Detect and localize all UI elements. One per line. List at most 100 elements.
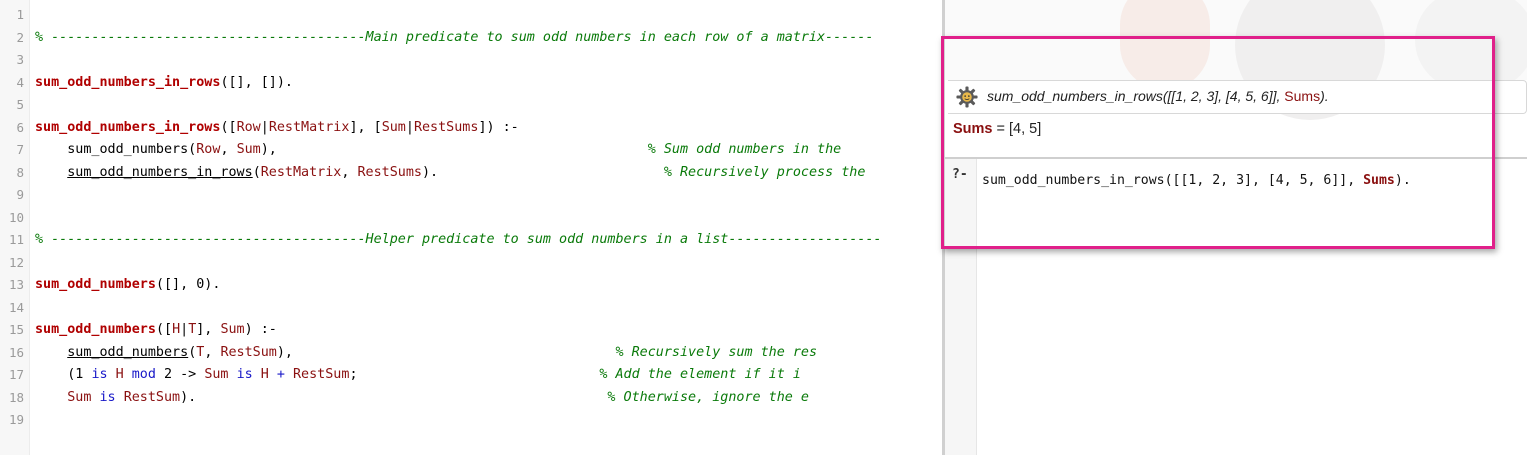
code-token: + [276,367,285,382]
code-token: Sum [381,119,406,135]
code-line[interactable]: 16 sum_odd_numbers(T, RestSum), % Recurs… [0,342,942,365]
code-token: Row [236,119,261,135]
code-token: is [236,367,253,382]
code-token: | [260,119,269,135]
code-line[interactable]: 3 [0,49,942,72]
line-number: 1 [16,7,24,22]
code-token: ). [422,164,664,180]
code-text: sum_odd_numbers(Row, Sum), % Sum odd num… [35,139,841,162]
code-line[interactable]: 10 [0,207,942,230]
line-number: 17 [8,367,24,382]
query-input[interactable]: sum_odd_numbers_in_rows([[1, 2, 3], [4, … [982,173,1411,188]
code-token: sum_odd_numbers_in_rows [67,164,253,180]
code-line[interactable]: 13 sum_odd_numbers([], 0). [0,274,942,297]
line-number: 7 [16,142,24,157]
code-line[interactable]: 14 [0,297,942,320]
code-line[interactable]: 15 sum_odd_numbers([H|T], Sum) :- [0,319,942,342]
code-text: sum_odd_numbers_in_rows([Row|RestMatrix]… [35,117,519,140]
code-token: ([ [155,322,173,337]
code-text: (1 is H mod 2 -> Sum is H + RestSum; % A… [35,364,801,387]
code-token: | [180,322,189,337]
code-line[interactable]: 12 [0,252,942,275]
code-token: Sum [236,142,261,157]
code-token: RestSum [123,389,181,405]
line-number: 4 [16,74,24,90]
code-text: sum_odd_numbers([H|T], Sum) :- [35,319,277,342]
code-editor[interactable]: 1 2% ------------------------------------… [0,0,942,455]
code-token: % --------------------------------------… [35,232,882,247]
code-line[interactable]: 2 % -------------------------------------… [0,27,942,50]
line-number: 10 [8,209,24,225]
code-token: sum_odd_numbers [67,344,189,360]
code-token: sum_odd_numbers_in_rows [35,74,221,90]
code-token: ). [180,389,608,405]
code-text: sum_odd_numbers_in_rows([], []). [35,72,293,95]
code-token: sum_odd_numbers( [35,142,197,157]
line-number: 11 [8,232,24,247]
code-token: H [115,367,124,382]
code-token: ], [ [349,119,382,135]
line-number: 15 [8,322,24,337]
code-text: Sum is RestSum). % Otherwise, ignore the… [35,387,809,410]
query-pane: sum_odd_numbers_in_rows([[1, 2, 3], [4, … [945,0,1527,455]
code-text: sum_odd_numbers([], 0). [35,274,220,297]
code-line[interactable]: 4 sum_odd_numbers_in_rows([], []). [0,72,942,95]
code-token: Sum [204,367,229,382]
code-token: ( [252,164,261,180]
query-separator [945,157,1527,159]
gear-icon[interactable] [956,86,978,108]
line-number: 5 [16,97,24,112]
line-number: 6 [16,119,24,135]
code-token: , [220,142,237,157]
input-goal: sum_odd_numbers_in_rows([[1, 2, 3], [4, … [982,173,1364,188]
code-line[interactable]: 9 [0,184,942,207]
code-token: sum_odd_numbers_in_rows [35,119,221,135]
line-number: 3 [16,52,24,67]
code-line[interactable]: 1 [0,4,942,27]
code-text: sum_odd_numbers(T, RestSum), % Recursive… [35,342,817,365]
code-line[interactable]: 17 (1 is H mod 2 -> Sum is H + RestSum; … [0,364,942,387]
code-lines[interactable]: 1 2% ------------------------------------… [0,4,942,432]
code-text: sum_odd_numbers_in_rows(RestMatrix, Rest… [35,162,865,185]
code-token: % Add the element if it i [599,367,801,382]
code-token: % Recursively process the [663,164,866,180]
code-token: H [260,367,269,382]
code-line[interactable]: 18 Sum is RestSum). % Otherwise, ignore … [0,387,942,410]
code-token: , [204,344,221,360]
code-line[interactable]: 6 sum_odd_numbers_in_rows([Row|RestMatrix… [0,117,942,140]
code-token: Row [196,142,221,157]
code-token: ([], 0). [155,277,221,292]
code-token: H [172,322,181,337]
code-token: RestSums [413,119,479,135]
input-variable: Sums [1363,173,1395,188]
code-token: ), [260,142,648,157]
code-token: sum_odd_numbers [35,322,156,337]
code-token: is [91,367,108,382]
logo-shape [1120,0,1210,90]
query-header[interactable]: sum_odd_numbers_in_rows([[1, 2, 3], [4, … [948,80,1527,114]
line-number: 14 [8,299,24,315]
code-token: ([], []). [220,74,293,90]
line-number: 12 [8,254,24,270]
code-line[interactable]: 7 sum_odd_numbers(Row, Sum), % Sum odd n… [0,139,942,162]
background-logo [945,0,1527,120]
code-line[interactable]: 8 sum_odd_numbers_in_rows(RestMatrix, Re… [0,162,942,185]
line-number: 19 [8,412,24,427]
code-line[interactable]: 19 [0,409,942,432]
query-text: sum_odd_numbers_in_rows([[1, 2, 3], [4, … [987,88,1329,104]
code-token: is [99,389,116,405]
code-line[interactable]: 11 % ------------------------------------… [0,229,942,252]
code-token: ]) :- [478,119,519,135]
line-number: 18 [8,389,24,405]
logo-shape [1415,0,1527,90]
line-number: 16 [8,344,24,360]
code-token: (1 [35,367,92,382]
code-line[interactable]: 5 [0,94,942,117]
